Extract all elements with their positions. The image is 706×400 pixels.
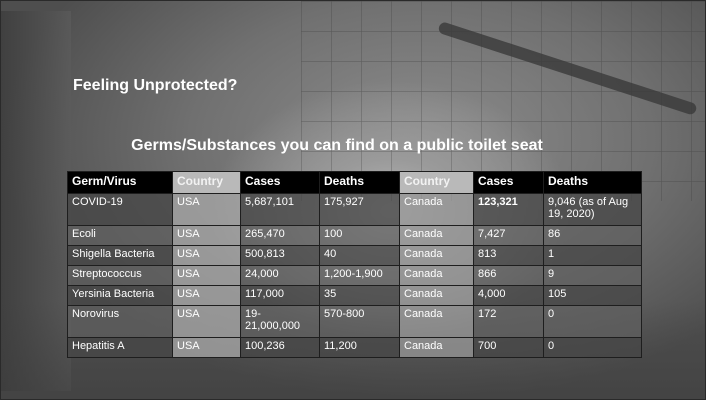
table-row: Yersinia Bacteria USA 117,000 35 Canada … (67, 285, 642, 306)
germ-cell: Hepatitis A (67, 337, 173, 358)
country-cell: USA (172, 193, 241, 226)
deaths-cell: 1,200-1,900 (319, 265, 400, 286)
country-cell: USA (172, 225, 241, 246)
country-cell: Canada (399, 225, 474, 246)
table-row: Hepatitis A USA 100,236 11,200 Canada 70… (67, 337, 642, 358)
table-row: Ecoli USA 265,470 100 Canada 7,427 86 (67, 225, 642, 246)
country-cell: USA (172, 245, 241, 266)
deaths-cell: 570-800 (319, 305, 400, 338)
deaths-cell: 11,200 (319, 337, 400, 358)
cases-cell: 5,687,101 (240, 193, 320, 226)
deaths-cell: 175,927 (319, 193, 400, 226)
slide-subtitle: Germs/Substances you can find on a publi… (131, 137, 543, 154)
cases-cell: 500,813 (240, 245, 320, 266)
cases-cell: 123,321 (473, 193, 544, 226)
germ-data-table: Germ/Virus Country Cases Deaths Country … (67, 171, 642, 358)
deaths-cell: 105 (543, 285, 642, 306)
header-country-usa: Country (172, 171, 241, 194)
cases-cell: 172 (473, 305, 544, 338)
table-row: Norovirus USA 19-21,000,000 570-800 Cana… (67, 305, 642, 338)
deaths-cell: 40 (319, 245, 400, 266)
deaths-cell: 35 (319, 285, 400, 306)
cases-cell: 19-21,000,000 (240, 305, 320, 338)
country-cell: USA (172, 305, 241, 338)
deaths-cell: 9 (543, 265, 642, 286)
deaths-cell: 1 (543, 245, 642, 266)
cases-cell: 866 (473, 265, 544, 286)
header-cases-canada: Cases (473, 171, 544, 194)
table-row: COVID-19 USA 5,687,101 175,927 Canada 12… (67, 193, 642, 226)
deaths-cell: 0 (543, 337, 642, 358)
cases-cell: 24,000 (240, 265, 320, 286)
table-row: Streptococcus USA 24,000 1,200-1,900 Can… (67, 265, 642, 286)
germ-cell: Yersinia Bacteria (67, 285, 173, 306)
cases-cell: 700 (473, 337, 544, 358)
country-cell: Canada (399, 265, 474, 286)
country-cell: Canada (399, 193, 474, 226)
country-cell: Canada (399, 245, 474, 266)
cases-cell: 117,000 (240, 285, 320, 306)
germ-cell: Streptococcus (67, 265, 173, 286)
country-cell: Canada (399, 285, 474, 306)
cases-cell: 265,470 (240, 225, 320, 246)
table-row: Shigella Bacteria USA 500,813 40 Canada … (67, 245, 642, 266)
deaths-cell: 9,046 (as of Aug 19, 2020) (543, 193, 642, 226)
table-header-row: Germ/Virus Country Cases Deaths Country … (67, 171, 642, 194)
header-germ-virus: Germ/Virus (67, 171, 173, 194)
germ-cell: Norovirus (67, 305, 173, 338)
header-deaths-usa: Deaths (319, 171, 400, 194)
deaths-cell: 100 (319, 225, 400, 246)
header-deaths-canada: Deaths (543, 171, 642, 194)
deaths-cell: 86 (543, 225, 642, 246)
cases-cell: 813 (473, 245, 544, 266)
deaths-cell: 0 (543, 305, 642, 338)
header-country-canada: Country (399, 171, 474, 194)
slide-title: Feeling Unprotected? (73, 77, 238, 94)
cases-cell: 7,427 (473, 225, 544, 246)
country-cell: Canada (399, 337, 474, 358)
header-cases-usa: Cases (240, 171, 320, 194)
country-cell: USA (172, 337, 241, 358)
cases-cell: 100,236 (240, 337, 320, 358)
country-cell: Canada (399, 305, 474, 338)
germ-cell: COVID-19 (67, 193, 173, 226)
country-cell: USA (172, 265, 241, 286)
country-cell: USA (172, 285, 241, 306)
germ-cell: Shigella Bacteria (67, 245, 173, 266)
cases-cell: 4,000 (473, 285, 544, 306)
germ-cell: Ecoli (67, 225, 173, 246)
slide: Feeling Unprotected? Germs/Substances yo… (0, 0, 706, 400)
